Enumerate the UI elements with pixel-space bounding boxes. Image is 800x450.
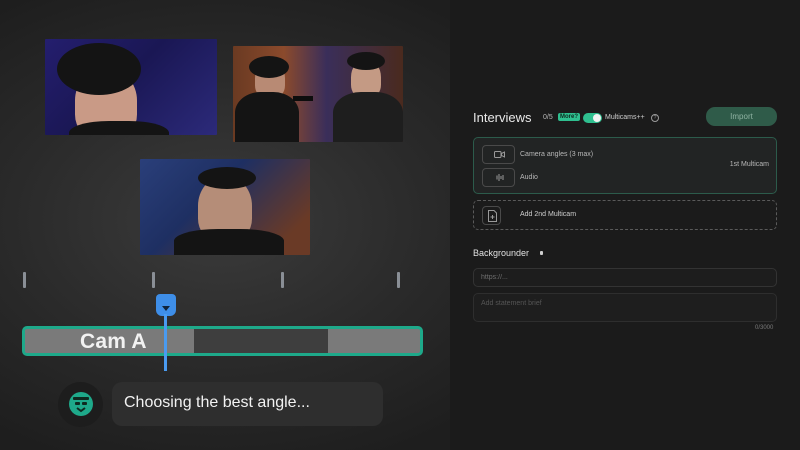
playhead-handle[interactable] xyxy=(156,294,176,316)
track-segment[interactable] xyxy=(194,329,328,353)
add-file-icon xyxy=(482,206,501,225)
help-circle-icon[interactable]: ? xyxy=(651,114,659,122)
speaker-shoulders xyxy=(174,229,284,255)
camera-track[interactable]: Cam A xyxy=(22,326,423,356)
add-multicam-label: Add 2nd Multicam xyxy=(520,211,577,218)
multicams-label: Multicams++ xyxy=(605,114,645,121)
ruler-tick xyxy=(23,272,26,288)
assistant-avatar-icon xyxy=(58,382,103,427)
status-text: Choosing the best angle... xyxy=(124,394,310,411)
camera-feed-3[interactable] xyxy=(140,159,310,255)
track-label: Cam A xyxy=(80,330,147,353)
speaker-hair xyxy=(198,167,256,189)
backgrounder-url-input[interactable] xyxy=(473,268,777,287)
ruler-tick xyxy=(281,272,284,288)
add-multicam-button[interactable]: Add 2nd Multicam xyxy=(473,200,777,230)
assistant-status: Choosing the best angle... xyxy=(112,382,383,426)
playhead-line[interactable] xyxy=(164,314,167,371)
import-button[interactable]: Import xyxy=(706,107,777,126)
speaker-left-body xyxy=(235,92,299,142)
speaker-shoulders xyxy=(69,121,169,135)
backgrounder-title: Backgrounder xyxy=(473,248,530,258)
multicam-tag: 1st Multicam xyxy=(729,161,769,168)
speaker-left-hair xyxy=(249,56,289,78)
preview-pane: Cam A Choosing the best angle... xyxy=(0,0,450,450)
waveform-icon xyxy=(482,168,515,187)
app-root: Cam A Choosing the best angle... Intervi… xyxy=(0,0,800,450)
camera-feed-1[interactable] xyxy=(45,39,217,135)
panel-title: Interviews xyxy=(473,110,532,125)
interviews-panel: Interviews 0/5 More? Multicams++ ? Impor… xyxy=(450,0,800,450)
interview-count: 0/5 xyxy=(543,114,553,121)
video-camera-icon xyxy=(482,145,515,164)
toggle-knob xyxy=(593,114,601,122)
audio-label: Audio xyxy=(520,174,538,181)
info-dot-icon xyxy=(540,251,543,255)
statement-brief-input[interactable] xyxy=(473,293,777,322)
speaker-right-hair xyxy=(347,52,385,70)
char-counter: 0/3000 xyxy=(755,325,774,331)
more-badge[interactable]: More? xyxy=(558,113,580,121)
camera-feed-2[interactable] xyxy=(233,46,403,142)
speaker-right-body xyxy=(333,92,403,142)
ruler-tick xyxy=(152,272,155,288)
ruler-tick xyxy=(397,272,400,288)
speaker-hair xyxy=(57,43,141,95)
camera-angles-label: Camera angles (3 max) xyxy=(520,151,594,158)
microphone xyxy=(293,96,313,101)
multicam-card[interactable]: Camera angles (3 max) Audio 1st Multicam xyxy=(473,137,777,194)
timeline-ruler xyxy=(0,272,450,288)
multicams-toggle[interactable] xyxy=(583,113,602,123)
